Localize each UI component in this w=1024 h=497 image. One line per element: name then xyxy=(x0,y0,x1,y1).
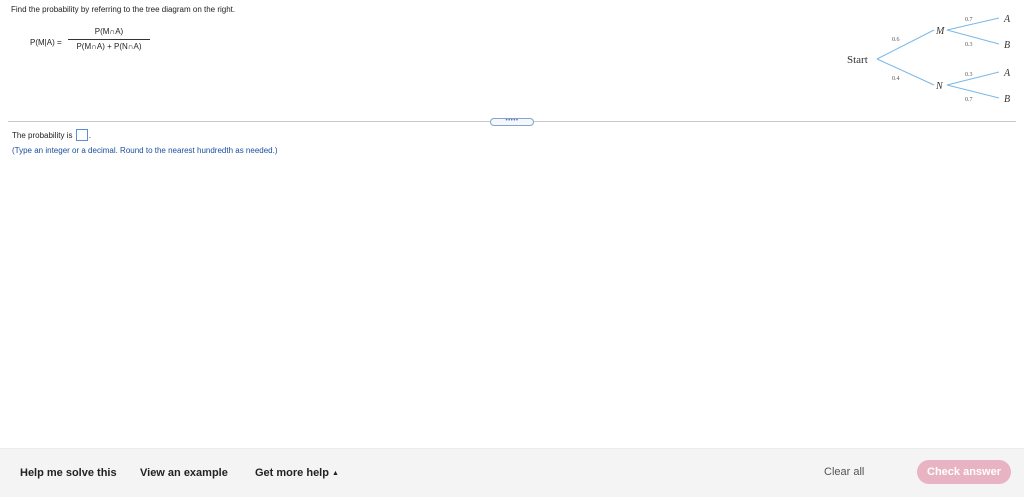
branch-start-n xyxy=(876,58,935,86)
tree-diagram: Start 0.6 0.4 M N 0.7 0.3 0.3 0.7 A B A … xyxy=(847,14,1011,105)
branch-m-a xyxy=(946,17,1000,31)
prob-m-b: 0.3 xyxy=(965,42,973,48)
prob-start-m: 0.6 xyxy=(892,37,900,43)
formula-fraction: P(M∩A) P(M∩A) + P(N∩A) xyxy=(68,27,150,52)
footer-toolbar: Help me solve this View an example Get m… xyxy=(0,448,1024,497)
view-example-button[interactable]: View an example xyxy=(140,467,228,479)
formula-numerator: P(M∩A) xyxy=(94,27,124,36)
divider-resize-handle[interactable]: ••••• xyxy=(490,118,534,126)
get-more-help-label: Get more help xyxy=(255,467,329,479)
clear-all-button[interactable]: Clear all xyxy=(824,466,864,478)
prob-m-a: 0.7 xyxy=(965,17,973,23)
answer-input-box[interactable] xyxy=(75,129,88,141)
answer-format-hint: (Type an integer or a decimal. Round to … xyxy=(12,146,278,155)
tree-node-m: M xyxy=(935,26,945,37)
answer-prefix: The probability is xyxy=(12,131,73,140)
fraction-bar xyxy=(68,39,150,40)
branch-start-m xyxy=(876,29,935,60)
answer-line: The probability is . xyxy=(12,129,91,141)
instruction-text: Find the probability by referring to the… xyxy=(11,5,236,14)
check-answer-button[interactable]: Check answer xyxy=(917,460,1011,484)
tree-leaf-n-b: B xyxy=(1004,94,1010,105)
tree-node-n: N xyxy=(935,81,944,92)
tree-leaf-n-a: A xyxy=(1003,68,1011,79)
branch-n-a xyxy=(946,71,1000,86)
get-more-help-button[interactable]: Get more help ▲ xyxy=(255,467,339,479)
prob-n-b: 0.7 xyxy=(965,97,973,103)
answer-suffix: . xyxy=(88,131,91,140)
prob-start-n: 0.4 xyxy=(892,76,900,82)
tree-leaf-m-a: A xyxy=(1003,14,1011,25)
formula-lhs: P(M|A) = xyxy=(30,38,62,47)
formula-denominator: P(M∩A) + P(N∩A) xyxy=(76,42,142,51)
branch-n-b xyxy=(946,84,1000,99)
prob-n-a: 0.3 xyxy=(965,72,973,78)
help-me-solve-button[interactable]: Help me solve this xyxy=(20,467,117,479)
branch-m-b xyxy=(946,29,1000,45)
tree-start-label: Start xyxy=(847,54,868,66)
tree-leaf-m-b: B xyxy=(1004,40,1010,51)
caret-up-icon: ▲ xyxy=(331,470,339,477)
